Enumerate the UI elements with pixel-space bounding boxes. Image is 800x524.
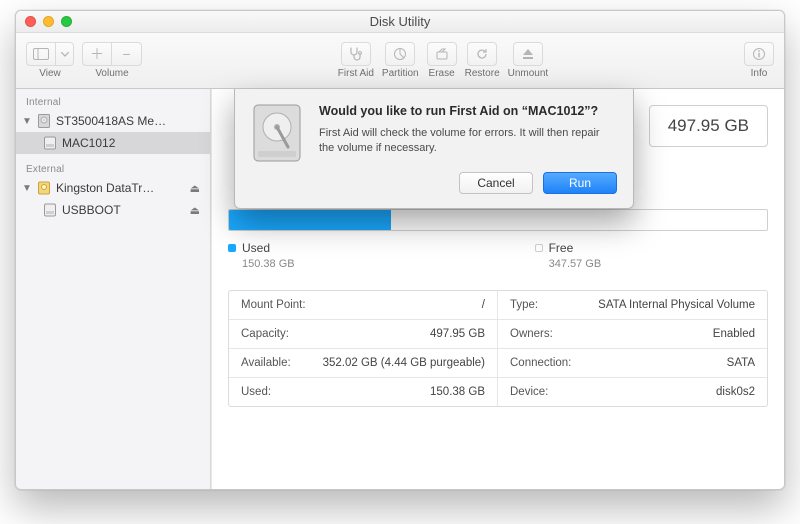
stethoscope-icon xyxy=(348,47,364,61)
info-device-key: Device: xyxy=(510,386,548,398)
cancel-button-label: Cancel xyxy=(477,176,514,190)
info-used-key: Used: xyxy=(241,386,271,398)
sidebar-item-label: MAC1012 xyxy=(62,136,204,150)
window-controls xyxy=(25,16,72,27)
pie-icon xyxy=(393,47,407,61)
info-connection-value: SATA xyxy=(727,357,755,369)
sidebar-item-internal-volume[interactable]: MAC1012 xyxy=(16,132,210,154)
erase-icon xyxy=(435,47,449,61)
sidebar-header-internal: Internal xyxy=(16,93,210,110)
sidebar-item-label: Kingston DataTr… xyxy=(56,181,186,195)
toolbar-view-group: View xyxy=(26,42,74,79)
close-window-button[interactable] xyxy=(25,16,36,27)
eject-icon[interactable]: ⏏ xyxy=(190,182,204,195)
legend-used-label: Used xyxy=(242,241,270,255)
toolbar-volume-group: ＋ − Volume xyxy=(82,42,142,79)
info-mountpoint-value: / xyxy=(482,299,485,311)
sidebar-item-label: ST3500418AS Me… xyxy=(56,114,204,128)
run-button-label: Run xyxy=(569,176,591,190)
titlebar: Disk Utility xyxy=(16,11,784,33)
swatch-free-icon xyxy=(535,244,543,252)
usage-used-segment xyxy=(229,210,391,230)
info-icon xyxy=(752,47,766,61)
chevron-down-icon xyxy=(61,52,69,57)
first-aid-button[interactable] xyxy=(341,42,371,66)
minus-icon: − xyxy=(122,46,130,62)
legend-free-label: Free xyxy=(549,241,574,255)
capacity-box: 497.95 GB xyxy=(649,105,768,147)
window-title: Disk Utility xyxy=(16,14,784,29)
info-type-value: SATA Internal Physical Volume xyxy=(598,299,755,311)
toolbar-unmount-label: Unmount xyxy=(508,68,549,79)
info-owners-key: Owners: xyxy=(510,328,553,340)
run-button[interactable]: Run xyxy=(543,172,617,194)
toolbar-info-label: Info xyxy=(751,68,768,79)
toolbar-restore-label: Restore xyxy=(465,68,500,79)
disk-utility-window: Disk Utility View ＋ xyxy=(15,10,785,490)
disclosure-triangle-icon[interactable]: ▼ xyxy=(22,116,32,127)
toolbar: View ＋ − Volume First Aid Partition Eras… xyxy=(16,33,784,89)
info-available-value: 352.02 GB (4.44 GB purgeable) xyxy=(323,357,485,369)
info-type-key: Type: xyxy=(510,299,538,311)
info-device-value: disk0s2 xyxy=(716,386,755,398)
usage-legend: Used 150.38 GB Free 347.57 GB xyxy=(228,241,768,270)
erase-button[interactable] xyxy=(427,42,457,66)
first-aid-dialog: Would you like to run First Aid on “MAC1… xyxy=(234,89,634,209)
volume-remove-button[interactable]: − xyxy=(112,42,142,66)
dialog-message: First Aid will check the volume for erro… xyxy=(319,126,617,156)
sidebar-item-external-volume[interactable]: USBBOOT ⏏ xyxy=(16,199,210,221)
dialog-title: Would you like to run First Aid on “MAC1… xyxy=(319,103,617,120)
toolbar-view-label: View xyxy=(39,68,61,79)
sidebar: Internal ▼ ST3500418AS Me… MAC1012 Exter… xyxy=(16,89,211,489)
info-button[interactable] xyxy=(744,42,774,66)
volume-info-grid: Mount Point: / Type: SATA Internal Physica… xyxy=(228,290,768,407)
legend-used-value: 150.38 GB xyxy=(228,258,295,270)
legend-free: Free 347.57 GB xyxy=(535,241,602,270)
zoom-window-button[interactable] xyxy=(61,16,72,27)
restore-button[interactable] xyxy=(467,42,497,66)
view-menu-button[interactable] xyxy=(56,42,74,66)
hdd-large-icon xyxy=(249,103,305,159)
swatch-used-icon xyxy=(228,244,236,252)
toolbar-partition-label: Partition xyxy=(382,68,419,79)
info-connection-key: Connection: xyxy=(510,357,571,369)
info-mountpoint-key: Mount Point: xyxy=(241,299,306,311)
toolbar-volume-label: Volume xyxy=(95,68,128,79)
hdd-icon xyxy=(36,113,52,129)
volume-icon xyxy=(42,135,58,151)
eject-icon[interactable]: ⏏ xyxy=(190,204,204,217)
info-used-value: 150.38 GB xyxy=(430,386,485,398)
sidebar-item-external-disk[interactable]: ▼ Kingston DataTr… ⏏ xyxy=(16,177,210,199)
minimize-window-button[interactable] xyxy=(43,16,54,27)
sidebar-header-external: External xyxy=(16,160,210,177)
view-button[interactable] xyxy=(26,42,56,66)
info-available-key: Available: xyxy=(241,357,291,369)
usage-free-segment xyxy=(391,210,767,230)
info-owners-value: Enabled xyxy=(713,328,755,340)
external-hdd-icon xyxy=(36,180,52,196)
plus-icon: ＋ xyxy=(90,44,104,64)
usage-bar xyxy=(228,209,768,231)
toolbar-firstaid-label: First Aid xyxy=(338,68,374,79)
cancel-button[interactable]: Cancel xyxy=(459,172,533,194)
disclosure-triangle-icon[interactable]: ▼ xyxy=(22,183,32,194)
sidebar-item-internal-disk[interactable]: ▼ ST3500418AS Me… xyxy=(16,110,210,132)
legend-used: Used 150.38 GB xyxy=(228,241,295,270)
unmount-button[interactable] xyxy=(513,42,543,66)
restore-icon xyxy=(475,47,489,61)
legend-free-value: 347.57 GB xyxy=(535,258,602,270)
sidebar-item-label: USBBOOT xyxy=(62,203,186,217)
eject-icon xyxy=(522,48,534,60)
info-capacity-value: 497.95 GB xyxy=(430,328,485,340)
info-capacity-key: Capacity: xyxy=(241,328,289,340)
sidebar-icon xyxy=(33,48,49,60)
toolbar-erase-label: Erase xyxy=(429,68,455,79)
volume-add-button[interactable]: ＋ xyxy=(82,42,112,66)
volume-icon xyxy=(42,202,58,218)
capacity-value: 497.95 GB xyxy=(668,116,749,135)
partition-button[interactable] xyxy=(385,42,415,66)
